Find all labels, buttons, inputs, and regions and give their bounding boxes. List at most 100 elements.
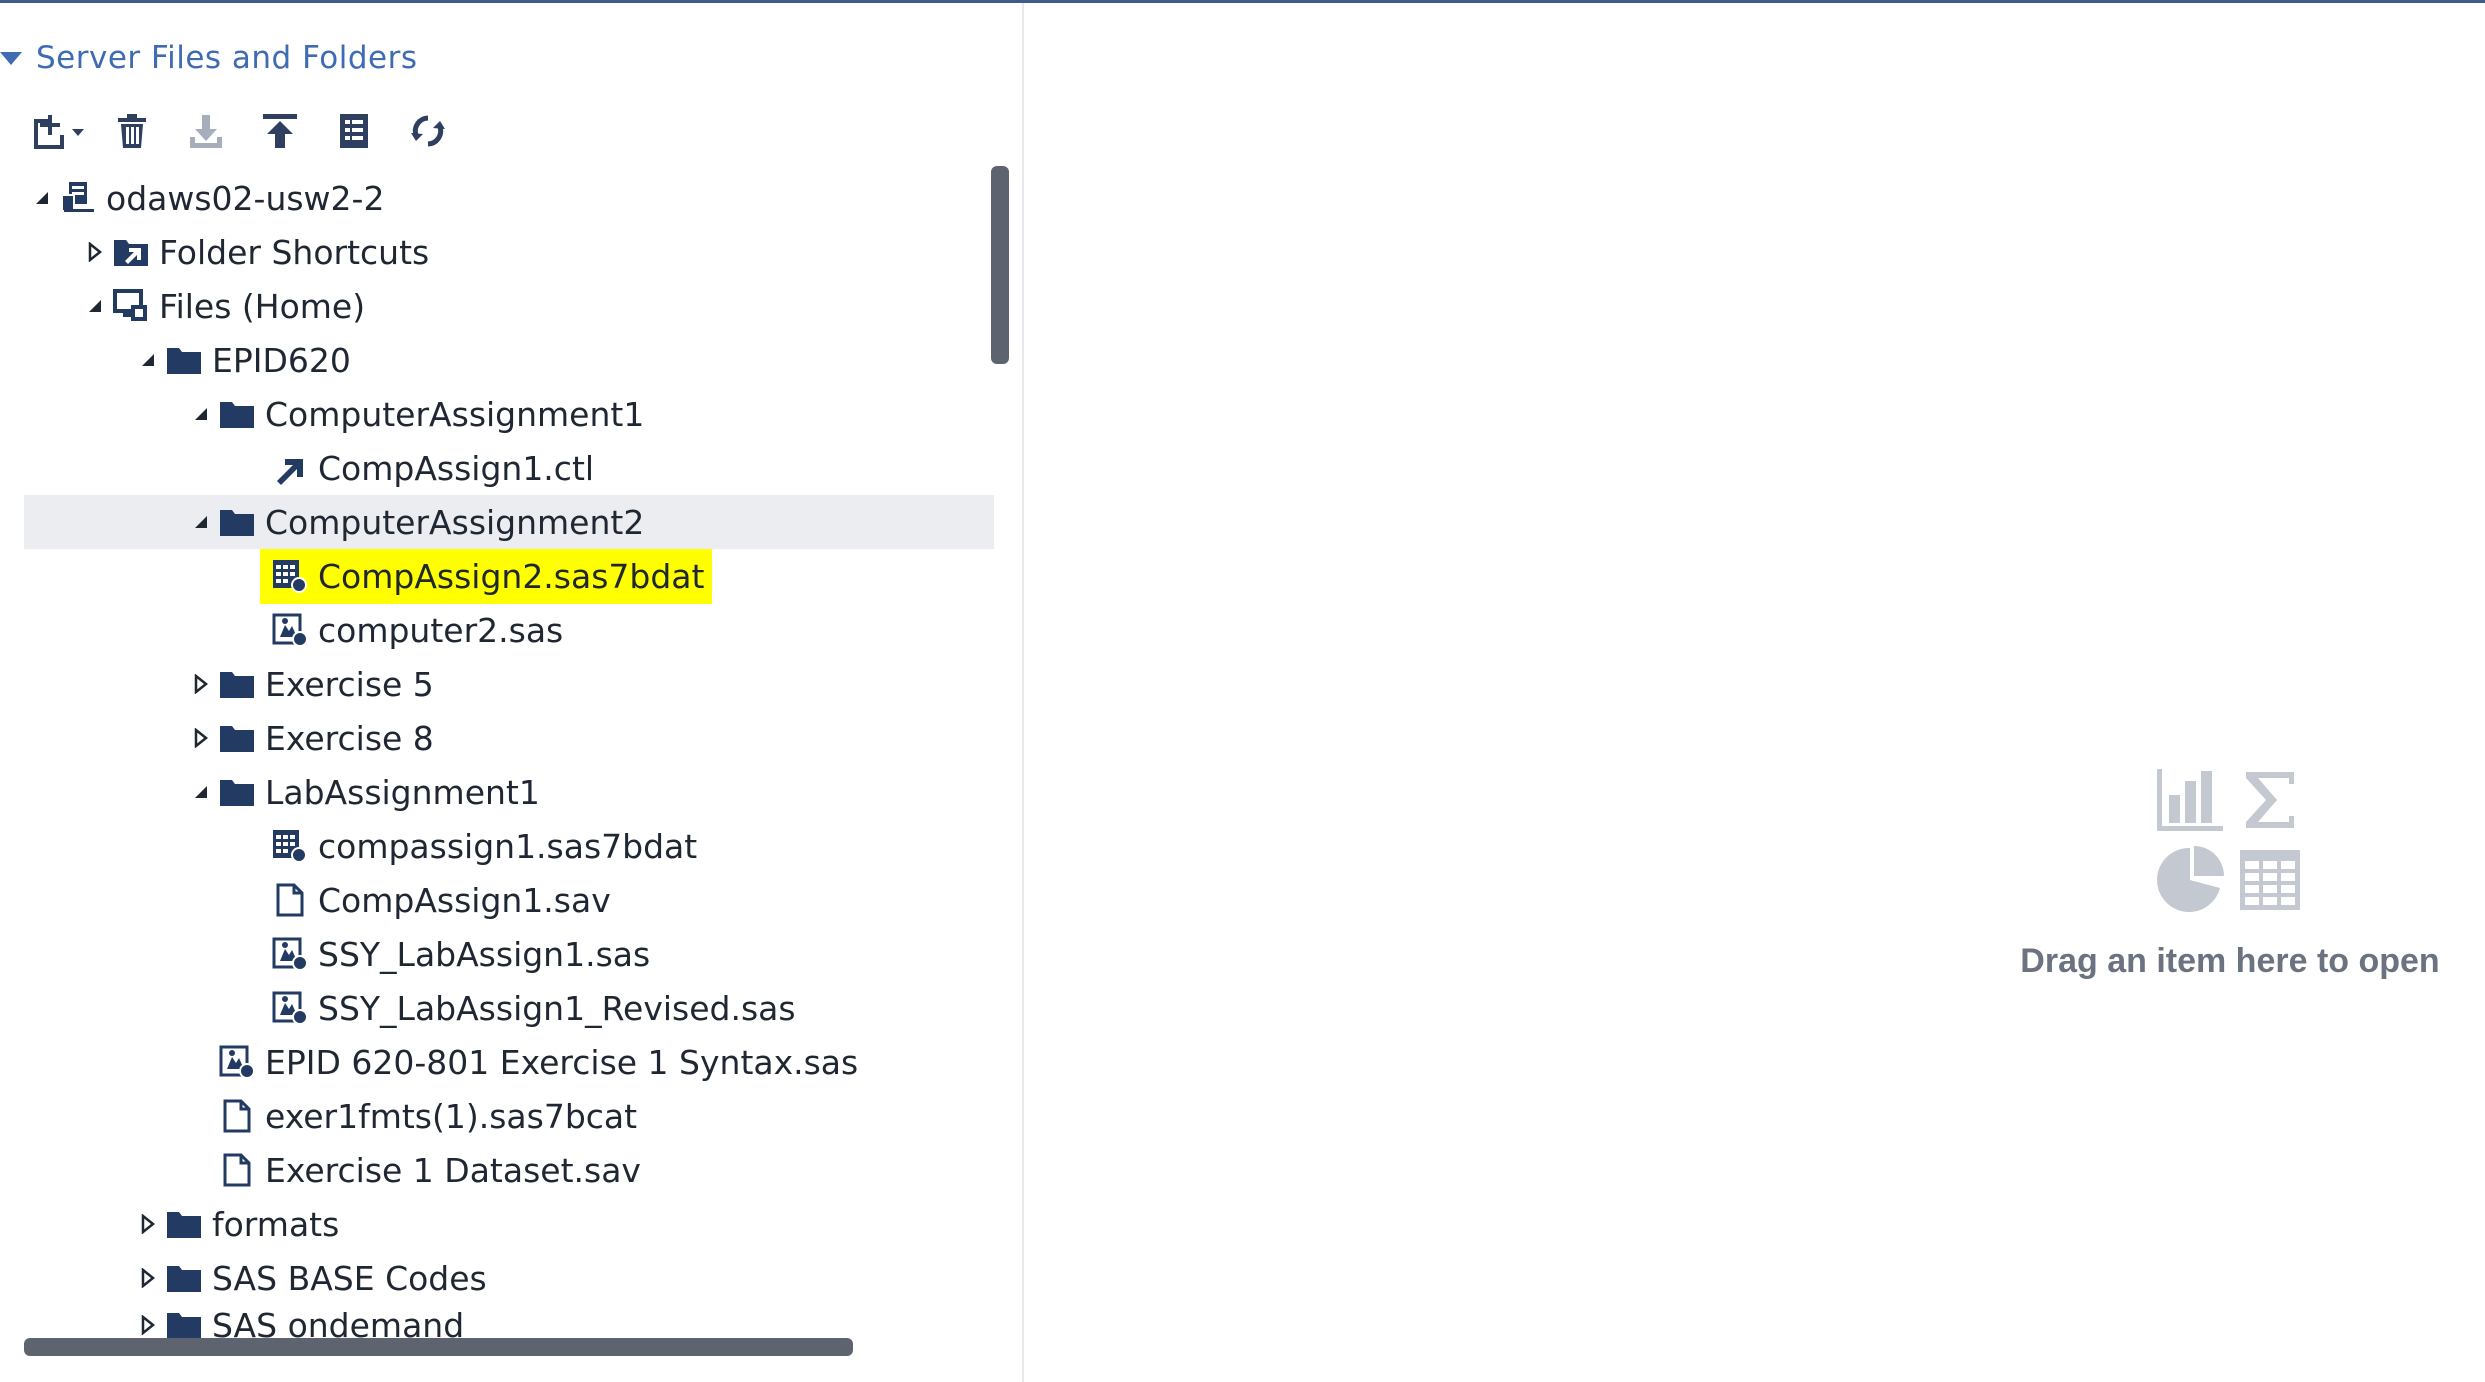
- file-icon: [219, 1098, 255, 1134]
- expand-arrow-icon[interactable]: [30, 186, 54, 210]
- no-arrow: [242, 618, 266, 642]
- no-arrow: [189, 1104, 213, 1128]
- properties-icon: [339, 113, 369, 149]
- collapse-arrow-icon[interactable]: [83, 240, 107, 264]
- server-icon: [60, 180, 96, 216]
- panel-title: Server Files and Folders: [36, 40, 418, 76]
- open-placeholder: Drag an item here to open: [2020, 760, 2440, 1020]
- refresh-icon: [409, 113, 447, 149]
- tree-item-label: CompAssign1.ctl: [318, 448, 595, 488]
- new-button[interactable]: [30, 103, 86, 159]
- tree-item-label: ComputerAssignment1: [265, 394, 645, 434]
- expand-arrow-icon[interactable]: [136, 348, 160, 372]
- download-button[interactable]: [178, 103, 234, 159]
- no-arrow: [242, 996, 266, 1020]
- tree-item[interactable]: odaws02-usw2-2: [24, 171, 994, 225]
- sas-program-icon: [272, 990, 308, 1026]
- tree-item-label: EPID620: [212, 340, 351, 380]
- expand-arrow-icon[interactable]: [189, 780, 213, 804]
- collapse-arrow-icon[interactable]: [136, 1313, 160, 1337]
- tree-item-label: exer1fmts(1).sas7bcat: [265, 1096, 638, 1136]
- tree-item-label: formats: [212, 1204, 340, 1244]
- highlight-mark: CompAssign2.sas7bdat: [260, 548, 713, 604]
- pie-chart-icon: [2150, 840, 2230, 920]
- sas-program-icon: [272, 612, 308, 648]
- folder-icon: [219, 666, 255, 702]
- file-icon: [219, 1152, 255, 1188]
- tree-item[interactable]: EPID620: [24, 333, 994, 387]
- panel-header[interactable]: Server Files and Folders: [0, 33, 418, 83]
- upload-icon: [262, 113, 298, 149]
- sas-program-icon: [272, 936, 308, 972]
- expand-arrow-icon[interactable]: [189, 510, 213, 534]
- tree-item[interactable]: Exercise 8: [24, 711, 994, 765]
- sas-program-icon: [219, 1044, 255, 1080]
- tree-item[interactable]: LabAssignment1: [24, 765, 994, 819]
- refresh-button[interactable]: [400, 103, 456, 159]
- download-icon: [188, 113, 224, 149]
- expand-arrow-icon[interactable]: [189, 402, 213, 426]
- tree-item[interactable]: ComputerAssignment2: [24, 495, 994, 549]
- collapse-icon[interactable]: [0, 51, 22, 65]
- tree-item-label: Exercise 8: [265, 718, 434, 758]
- home-files-icon: [113, 288, 149, 324]
- tree-item-label: SAS BASE Codes: [212, 1258, 487, 1298]
- tree-item[interactable]: SAS BASE Codes: [24, 1251, 994, 1305]
- dataset-icon: [272, 558, 308, 594]
- tree-item[interactable]: Exercise 5: [24, 657, 994, 711]
- placeholder-text: Drag an item here to open: [2020, 942, 2440, 980]
- collapse-arrow-icon[interactable]: [136, 1266, 160, 1290]
- vertical-scrollbar[interactable]: [991, 166, 1009, 364]
- tree-item-label: CompAssign1.sav: [318, 880, 611, 920]
- tree-item[interactable]: computer2.sas: [24, 603, 994, 657]
- collapse-arrow-icon[interactable]: [189, 726, 213, 750]
- tree-item-label: LabAssignment1: [265, 772, 540, 812]
- file-tree: odaws02-usw2-2 Folder Shortcuts Files (Hom…: [24, 171, 994, 1345]
- new-file-icon: [30, 111, 86, 151]
- folder-icon: [166, 342, 202, 378]
- no-arrow: [242, 888, 266, 912]
- sigma-icon: [2230, 760, 2310, 840]
- tree-item-label: SSY_LabAssign1.sas: [318, 934, 651, 974]
- horizontal-scrollbar[interactable]: [24, 1338, 853, 1356]
- expand-arrow-icon[interactable]: [83, 294, 107, 318]
- tree-item-label: Folder Shortcuts: [159, 232, 430, 272]
- tree-item-label: odaws02-usw2-2: [106, 178, 385, 218]
- server-files-panel: Server Files and Folders odaws02-usw2-2 …: [0, 3, 1024, 1382]
- file-icon: [272, 882, 308, 918]
- tree-item[interactable]: formats: [24, 1197, 994, 1251]
- tree-item[interactable]: EPID 620-801 Exercise 1 Syntax.sas: [24, 1035, 994, 1089]
- no-arrow: [189, 1158, 213, 1182]
- tree-item-label: Exercise 5: [265, 664, 434, 704]
- folder-icon: [219, 720, 255, 756]
- delete-button[interactable]: [104, 103, 160, 159]
- tree-item[interactable]: SSY_LabAssign1.sas: [24, 927, 994, 981]
- tree-item[interactable]: Exercise 1 Dataset.sav: [24, 1143, 994, 1197]
- folder-icon: [166, 1260, 202, 1296]
- tree-item[interactable]: ComputerAssignment1: [24, 387, 994, 441]
- tree-item-label: EPID 620-801 Exercise 1 Syntax.sas: [265, 1042, 859, 1082]
- upload-button[interactable]: [252, 103, 308, 159]
- collapse-arrow-icon[interactable]: [136, 1212, 160, 1236]
- tree-item[interactable]: Folder Shortcuts: [24, 225, 994, 279]
- no-arrow: [242, 942, 266, 966]
- folder-icon: [166, 1206, 202, 1242]
- tree-item-label: Files (Home): [159, 286, 366, 326]
- placeholder-icons: [2150, 760, 2310, 920]
- no-arrow: [189, 1050, 213, 1074]
- no-arrow: [242, 834, 266, 858]
- tree-item[interactable]: compassign1.sas7bdat: [24, 819, 994, 873]
- collapse-arrow-icon[interactable]: [189, 672, 213, 696]
- tree-item[interactable]: exer1fmts(1).sas7bcat: [24, 1089, 994, 1143]
- tree-item-label: computer2.sas: [318, 610, 564, 650]
- tree-item[interactable]: Files (Home): [24, 279, 994, 333]
- properties-button[interactable]: [326, 103, 382, 159]
- tree-item[interactable]: SSY_LabAssign1_Revised.sas: [24, 981, 994, 1035]
- tree-item-label: Exercise 1 Dataset.sav: [265, 1150, 641, 1190]
- tree-item[interactable]: CompAssign1.ctl: [24, 441, 994, 495]
- no-arrow: [242, 456, 266, 480]
- tree-item[interactable]: CompAssign2.sas7bdat: [24, 548, 994, 604]
- folder-shortcuts-icon: [113, 234, 149, 270]
- tree-item[interactable]: CompAssign1.sav: [24, 873, 994, 927]
- folder-icon: [219, 774, 255, 810]
